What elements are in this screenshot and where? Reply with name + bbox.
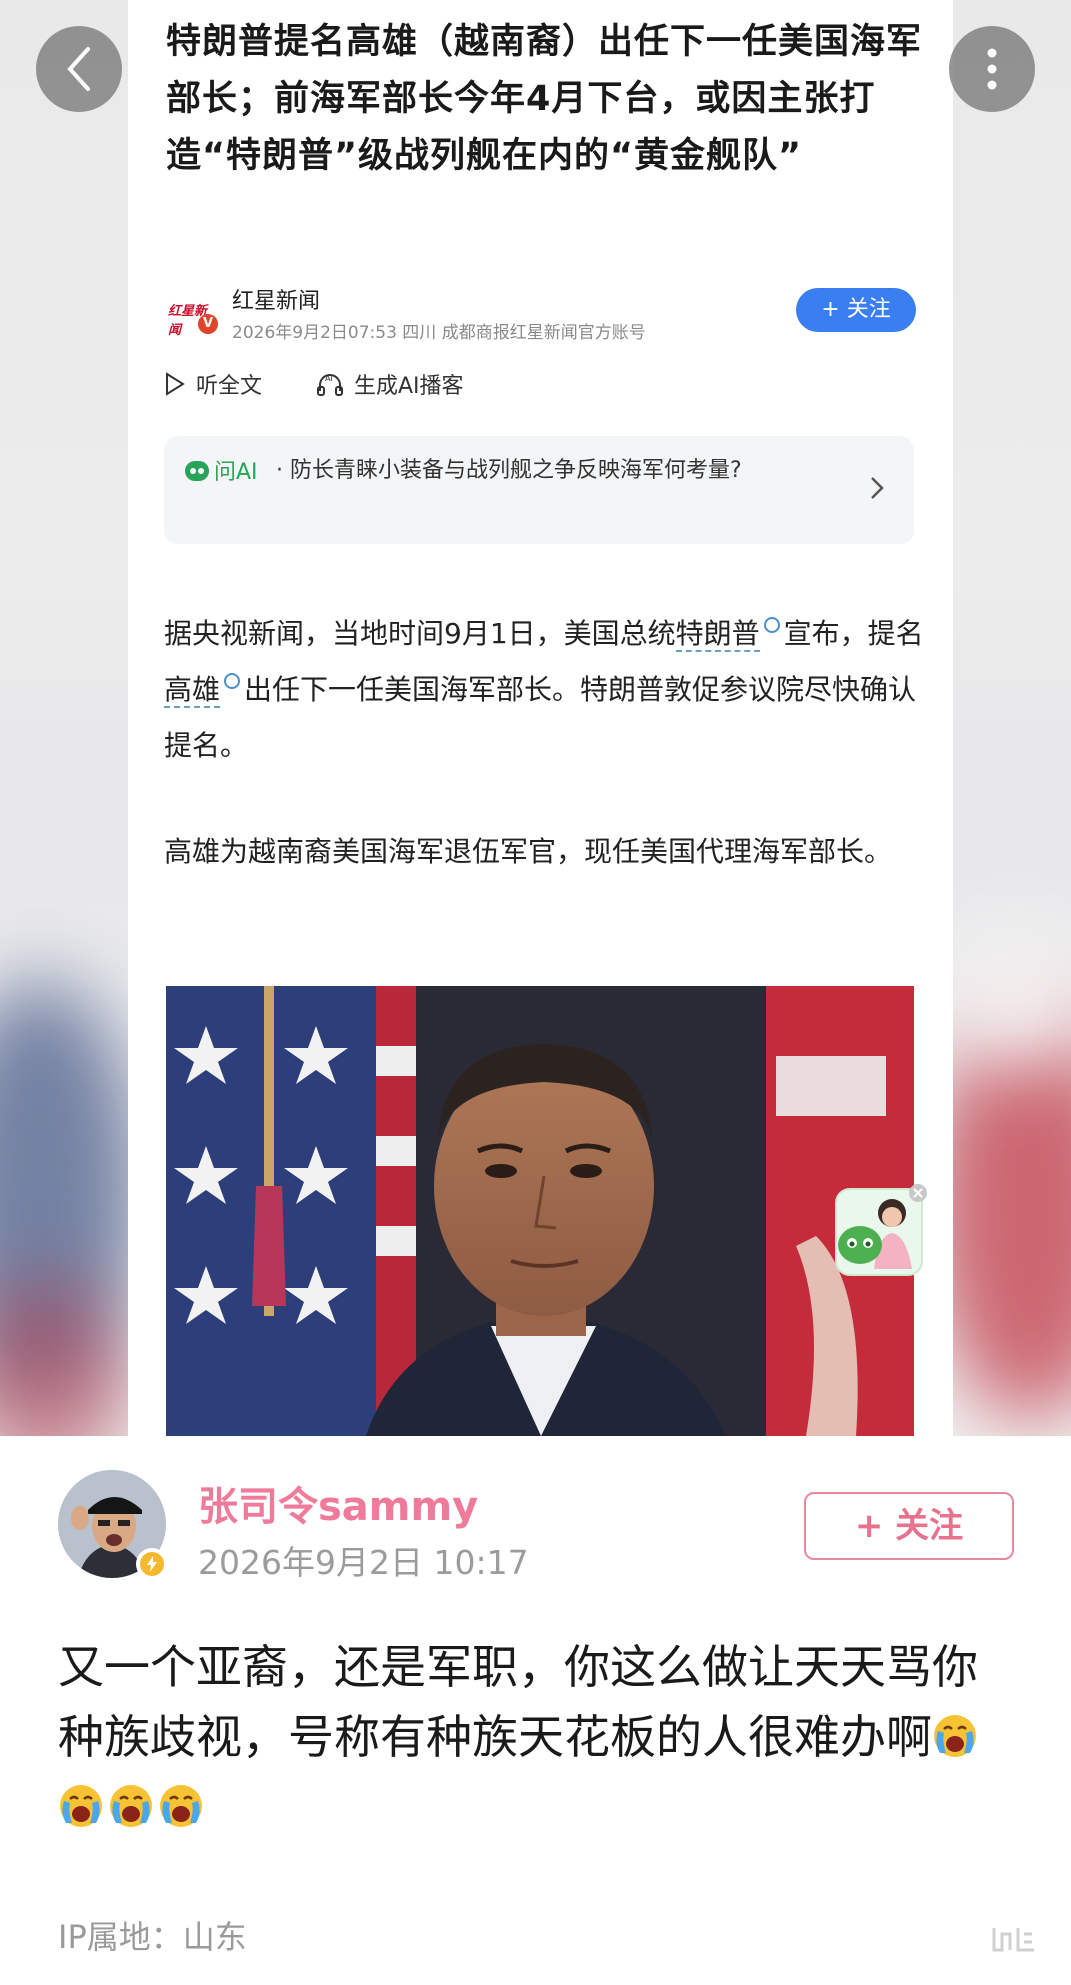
podcast-label: 生成AI播客 bbox=[354, 374, 464, 399]
source-meta: 2026年9月2日07:53 四川 成都商报红星新闻官方账号 bbox=[232, 323, 646, 343]
crying-emoji-icon bbox=[934, 1715, 976, 1757]
chevron-right-icon bbox=[871, 477, 884, 499]
source-name[interactable]: 红星新闻 bbox=[232, 283, 320, 315]
comment-card: 张司令sammy 2026年9月2日 10:17 + 关注 又一个亚裔，还是军职… bbox=[0, 1436, 1071, 1985]
article-paragraph-1: 据央视新闻，当地时间9月1日，美国总统特朗普 宣布，提名高雄 出任下一任美国海军部长… bbox=[164, 616, 924, 762]
svg-text:AI: AI bbox=[325, 374, 333, 383]
article-photo[interactable] bbox=[166, 986, 914, 1436]
podcast-button[interactable]: AI 生成AI播客 bbox=[316, 368, 464, 400]
keyword-marker-icon bbox=[763, 616, 780, 633]
listen-button[interactable]: 听全文 bbox=[164, 368, 262, 400]
headphones-ai-icon: AI bbox=[317, 374, 343, 396]
verified-v-icon: V bbox=[198, 314, 218, 334]
ask-ai-box[interactable]: 问AI · 防长青睐小装备与战列舰之争反映海军何考量? bbox=[164, 436, 914, 544]
more-dots-icon bbox=[987, 48, 997, 90]
back-button[interactable] bbox=[36, 26, 122, 112]
ask-ai-question: · 防长青睐小装备与战列舰之争反映海军何考量? bbox=[276, 458, 742, 483]
keyword-marker-icon bbox=[224, 672, 241, 689]
ip-location: IP属地：山东 bbox=[58, 1918, 247, 1956]
article-paragraph-2: 高雄为越南裔美国海军退伍军官，现任美国代理海军部长。 bbox=[164, 835, 893, 868]
crying-emoji-icon bbox=[110, 1785, 152, 1827]
article-headline: 特朗普提名高雄（越南裔）出任下一任美国海军部长；前海军部长今年4月下台，或因主张… bbox=[166, 22, 923, 176]
back-chevron-icon bbox=[67, 47, 90, 91]
comment-username[interactable]: 张司令sammy bbox=[198, 1474, 478, 1532]
ask-ai-icon bbox=[185, 461, 209, 481]
play-icon bbox=[166, 372, 185, 396]
listen-label: 听全文 bbox=[196, 374, 263, 399]
crying-emoji-icon bbox=[60, 1785, 102, 1827]
keyword-link-gaoxiong[interactable]: 高雄 bbox=[164, 673, 221, 708]
source-logo: 红星新闻 V bbox=[168, 296, 218, 338]
comment-text: 又一个亚裔，还是军职，你这么做让天天骂你种族歧视，号称有种族天花板的人很难办啊 bbox=[58, 1632, 1008, 1842]
more-button[interactable] bbox=[949, 26, 1035, 112]
comment-follow-button[interactable]: + 关注 bbox=[804, 1492, 1014, 1560]
keyword-link-trump[interactable]: 特朗普 bbox=[675, 617, 760, 652]
crying-emoji-icon bbox=[160, 1785, 202, 1827]
follow-button[interactable]: + 关注 bbox=[796, 288, 916, 332]
floating-assistant-widget[interactable] bbox=[830, 1183, 928, 1281]
comment-timestamp: 2026年9月2日 10:17 bbox=[198, 1543, 529, 1582]
watermark-icon bbox=[992, 1928, 1034, 1952]
verified-badge-icon bbox=[136, 1548, 168, 1580]
